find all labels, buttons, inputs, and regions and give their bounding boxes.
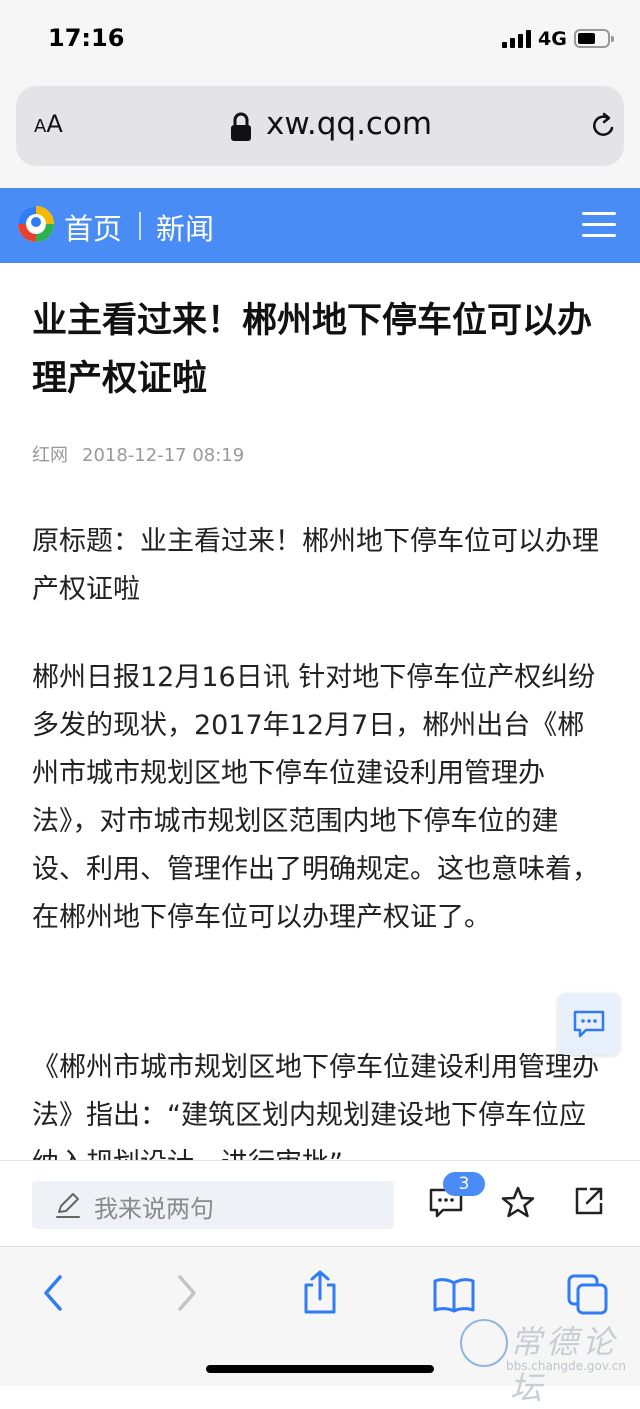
browser-address-area: AA xw.qq.com [0,80,640,188]
watermark-seal-icon [460,1319,508,1367]
signal-icon [502,30,532,48]
comment-count-badge: 3 [443,1172,485,1196]
article-title: 业主看过来！郴州地下停车位可以办理产权证啦 [32,301,593,399]
home-indicator [206,1365,434,1373]
reload-icon[interactable] [588,112,618,142]
tencent-news-logo-icon[interactable] [16,204,56,244]
nav-news-link[interactable]: 新闻 [156,206,214,248]
article-meta: 红网 2018-12-17 08:19 [32,441,244,467]
comment-bar: 我来说两句 [0,1160,640,1247]
bookmarks-icon[interactable] [432,1277,476,1313]
watermark: 常德论坛 bbs.changde.gov.cn [448,1319,634,1407]
star-favorite-icon[interactable] [501,1185,535,1219]
comment-input[interactable]: 我来说两句 [32,1181,394,1229]
reader-text-size-button[interactable]: AA [34,110,63,138]
url-text[interactable]: xw.qq.com [266,106,432,142]
back-arrow-icon[interactable] [38,1273,68,1313]
share-external-icon[interactable] [573,1185,605,1217]
nav-divider [139,212,141,240]
watermark-url: bbs.changde.gov.cn [506,1359,627,1373]
tabs-icon[interactable] [566,1273,610,1317]
article-source: 红网 [32,445,68,466]
status-bar: 17:16 4G [0,0,640,80]
forward-arrow-icon[interactable] [172,1273,202,1313]
browser-toolbar: 常德论坛 bbs.changde.gov.cn [0,1246,640,1407]
article-paragraph: 原标题：业主看过来！郴州地下停车位可以办理产权证啦 [32,526,599,605]
lock-icon [231,112,251,141]
article-datetime: 2018-12-17 08:19 [82,445,245,466]
site-nav-bar: 首页 新闻 [0,188,640,263]
battery-icon [574,29,614,48]
article-paragraph: 郴州日报12月16日讯 针对地下停车位产权纠纷多发的现状，2017年12月7日，… [32,662,599,933]
nav-home-link[interactable]: 首页 [64,206,122,248]
network-type: 4G [538,28,567,50]
pencil-icon [56,1193,80,1218]
comment-bubble-icon [573,1010,605,1038]
status-time: 17:16 [48,24,125,52]
comment-placeholder: 我来说两句 [94,1195,214,1223]
address-bar[interactable]: AA xw.qq.com [16,86,624,166]
share-icon[interactable] [300,1269,340,1315]
hamburger-menu-icon[interactable] [582,210,616,240]
floating-comment-button[interactable] [558,993,620,1055]
